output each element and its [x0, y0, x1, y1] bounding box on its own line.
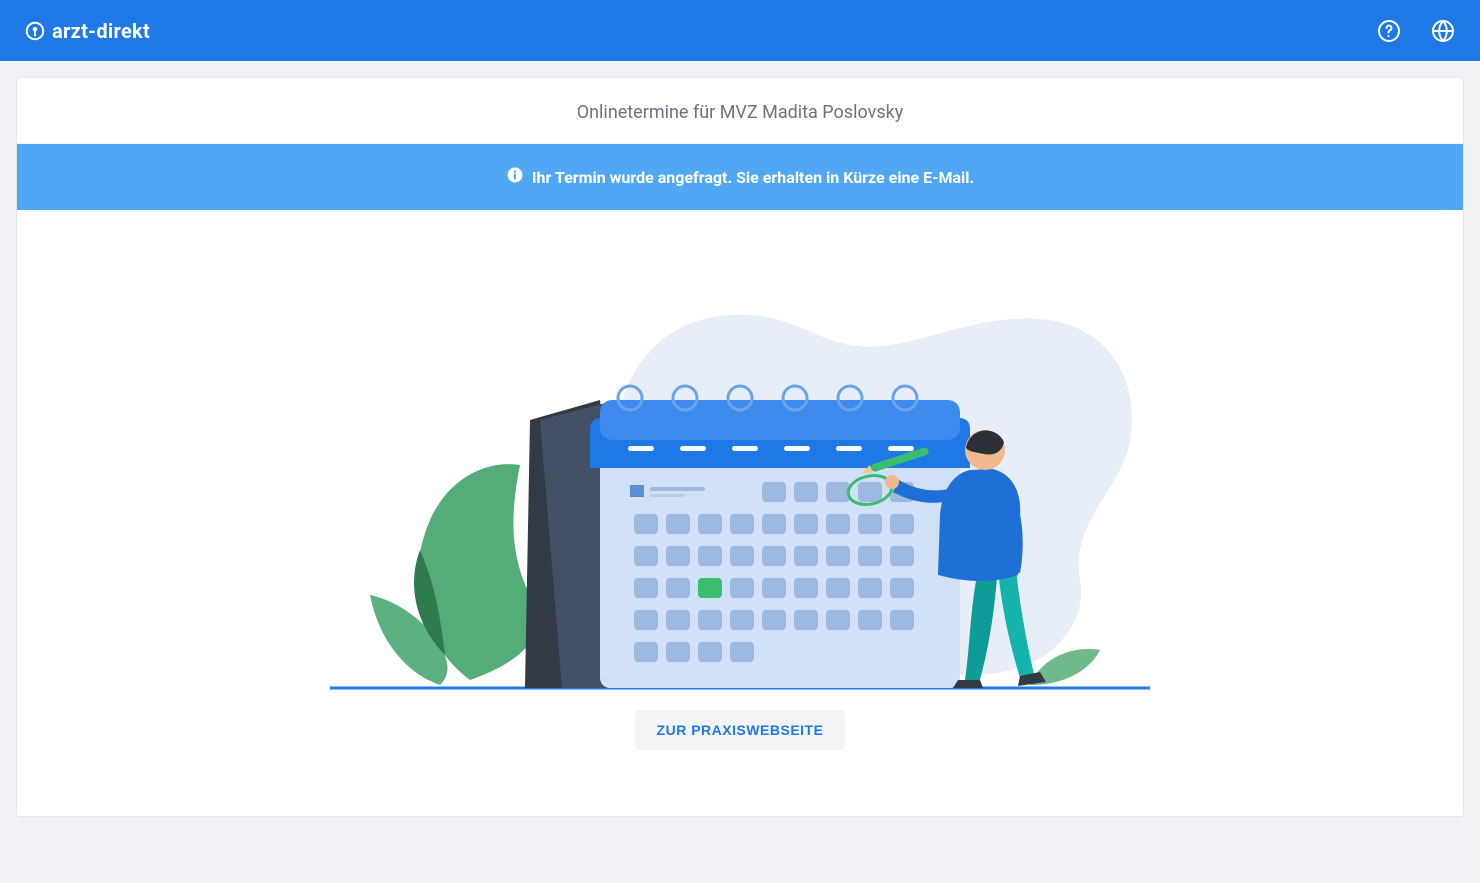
brand[interactable]: arzt-direkt: [24, 19, 150, 43]
globe-icon[interactable]: [1430, 18, 1456, 44]
confirmation-text: Ihr Termin wurde angefragt. Sie erhalten…: [532, 168, 974, 187]
brand-logo-icon: [24, 20, 46, 42]
main-card: Onlinetermine für MVZ Madita Poslovsky I…: [16, 77, 1464, 817]
page-title: Onlinetermine für MVZ Madita Poslovsky: [17, 78, 1463, 144]
confirmation-banner: Ihr Termin wurde angefragt. Sie erhalten…: [17, 144, 1463, 210]
practice-website-button[interactable]: ZUR PRAXISWEBSEITE: [635, 710, 846, 750]
calendar-illustration: [330, 250, 1150, 690]
brand-name: arzt-direkt: [52, 19, 150, 43]
top-navbar: arzt-direkt: [0, 0, 1480, 61]
topbar-actions: [1376, 18, 1456, 44]
info-icon: [506, 166, 524, 188]
help-icon[interactable]: [1376, 18, 1402, 44]
